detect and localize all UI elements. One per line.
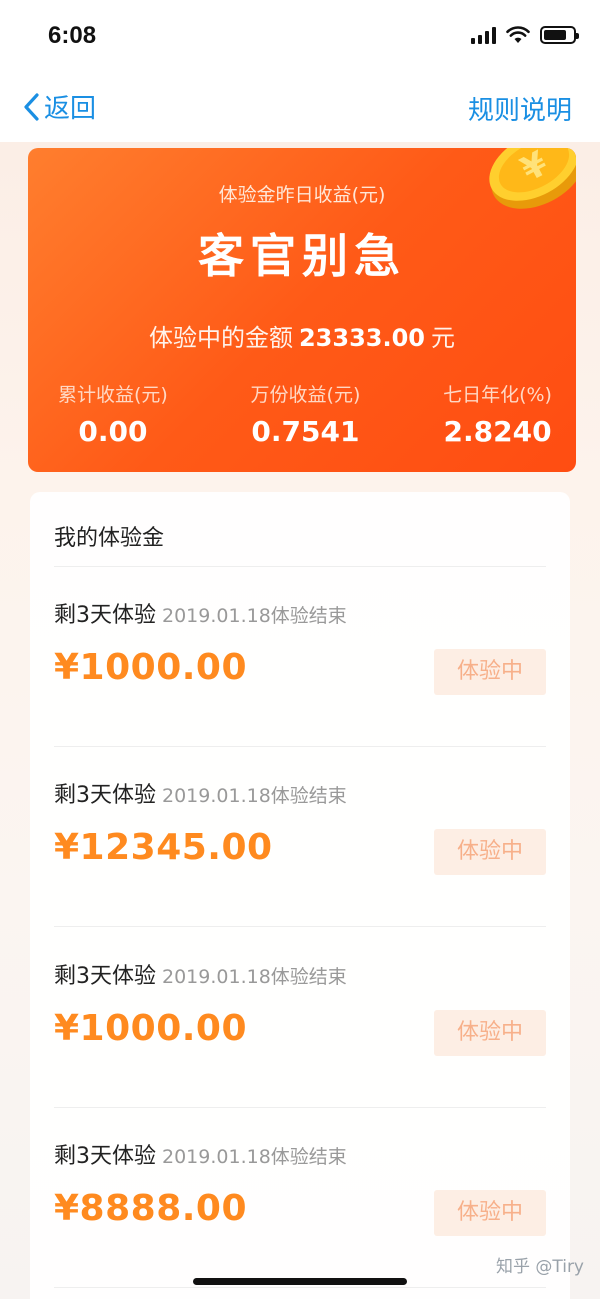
- status-time: 6:08: [48, 22, 97, 49]
- item-end-date: 2019.01.18体验结束: [162, 966, 347, 988]
- item-end-date: 2019.01.18体验结束: [162, 605, 347, 627]
- hero-title: 客官别急: [198, 229, 406, 283]
- item-title: 剩3天体验 2019.01.18体验结束: [54, 958, 347, 990]
- status-bar: 6:08: [0, 0, 600, 72]
- stat-label: 七日年化(%): [443, 384, 552, 406]
- back-button[interactable]: 返回: [22, 88, 96, 125]
- stat-value: 2.8240: [443, 415, 552, 448]
- rules-link[interactable]: 规则说明: [468, 90, 572, 127]
- status-badge: 体验中: [434, 1190, 546, 1236]
- item-title: 剩3天体验 2019.01.18体验结束: [54, 1138, 347, 1170]
- status-icons: [471, 26, 579, 44]
- item-title: 剩3天体验 2019.01.18体验结束: [54, 777, 347, 809]
- battery-icon: [540, 26, 579, 44]
- item-remaining-days: 剩3天体验: [54, 1144, 156, 1169]
- list-item[interactable]: 剩3天体验 2019.01.18体验结束 ¥12345.00 体验中: [54, 747, 546, 927]
- list-item[interactable]: 剩3天体验 2019.01.18体验结束 ¥1000.00 体验中: [54, 928, 546, 1108]
- stat-value: 0.7541: [251, 415, 360, 448]
- list-header: 我的体验金: [54, 526, 165, 551]
- item-amount: ¥8888.00: [54, 1188, 248, 1229]
- item-amount: ¥1000.00: [54, 1008, 248, 1049]
- stat-label: 累计收益(元): [58, 384, 168, 406]
- home-indicator[interactable]: [193, 1278, 407, 1285]
- nav-bar: 返回 规则说明: [0, 72, 600, 142]
- amount-value: 23333.00: [298, 324, 425, 352]
- item-remaining-days: 剩3天体验: [54, 783, 156, 808]
- item-end-date: 2019.01.18体验结束: [162, 1146, 347, 1168]
- back-label: 返回: [44, 94, 97, 124]
- item-remaining-days: 剩3天体验: [54, 964, 156, 989]
- hero-subtitle: 体验金昨日收益(元): [218, 184, 386, 206]
- stat-per-10k-income: 万份收益(元) 0.7541: [251, 380, 361, 448]
- experience-amount: 体验中的金额 23333.00 元: [28, 318, 576, 353]
- stat-cumulative-income: 累计收益(元) 0.00: [58, 380, 168, 448]
- cellular-signal-icon: [471, 26, 496, 44]
- chevron-left-icon: [24, 92, 39, 121]
- stat-value: 0.00: [78, 415, 148, 448]
- item-title: 剩3天体验 2019.01.18体验结束: [54, 597, 347, 629]
- experience-fund-list: 我的体验金 剩3天体验 2019.01.18体验结束 ¥1000.00 体验中 剩…: [30, 492, 570, 1299]
- item-end-date: 2019.01.18体验结束: [162, 785, 347, 807]
- stat-7day-annualized: 七日年化(%) 2.8240: [443, 380, 552, 448]
- amount-unit: 元: [431, 324, 455, 352]
- status-badge: 体验中: [434, 829, 546, 875]
- stat-label: 万份收益(元): [250, 384, 361, 406]
- hero-card: ¥ 体验金昨日收益(元) 客官别急 体验中的金额 23333.00 元 累计收益(元…: [28, 148, 576, 472]
- wifi-icon: [506, 26, 530, 43]
- status-badge: 体验中: [434, 649, 546, 695]
- amount-prefix: 体验中的金额: [148, 324, 293, 352]
- watermark: 知乎 @Tiry: [495, 1257, 584, 1277]
- divider: [54, 926, 546, 927]
- item-remaining-days: 剩3天体验: [54, 603, 156, 628]
- list-item[interactable]: 剩3天体验 2019.01.18体验结束 ¥8888.00 体验中: [54, 1108, 546, 1288]
- stats-row: 累计收益(元) 0.00 万份收益(元) 0.7541 七日年化(%) 2.82…: [28, 380, 576, 448]
- list-item[interactable]: 剩3天体验 2019.01.18体验结束 ¥1000.00 体验中: [54, 567, 546, 747]
- item-amount: ¥12345.00: [54, 827, 273, 868]
- item-amount: ¥1000.00: [54, 647, 248, 688]
- divider: [54, 1287, 546, 1288]
- status-badge: 体验中: [434, 1010, 546, 1056]
